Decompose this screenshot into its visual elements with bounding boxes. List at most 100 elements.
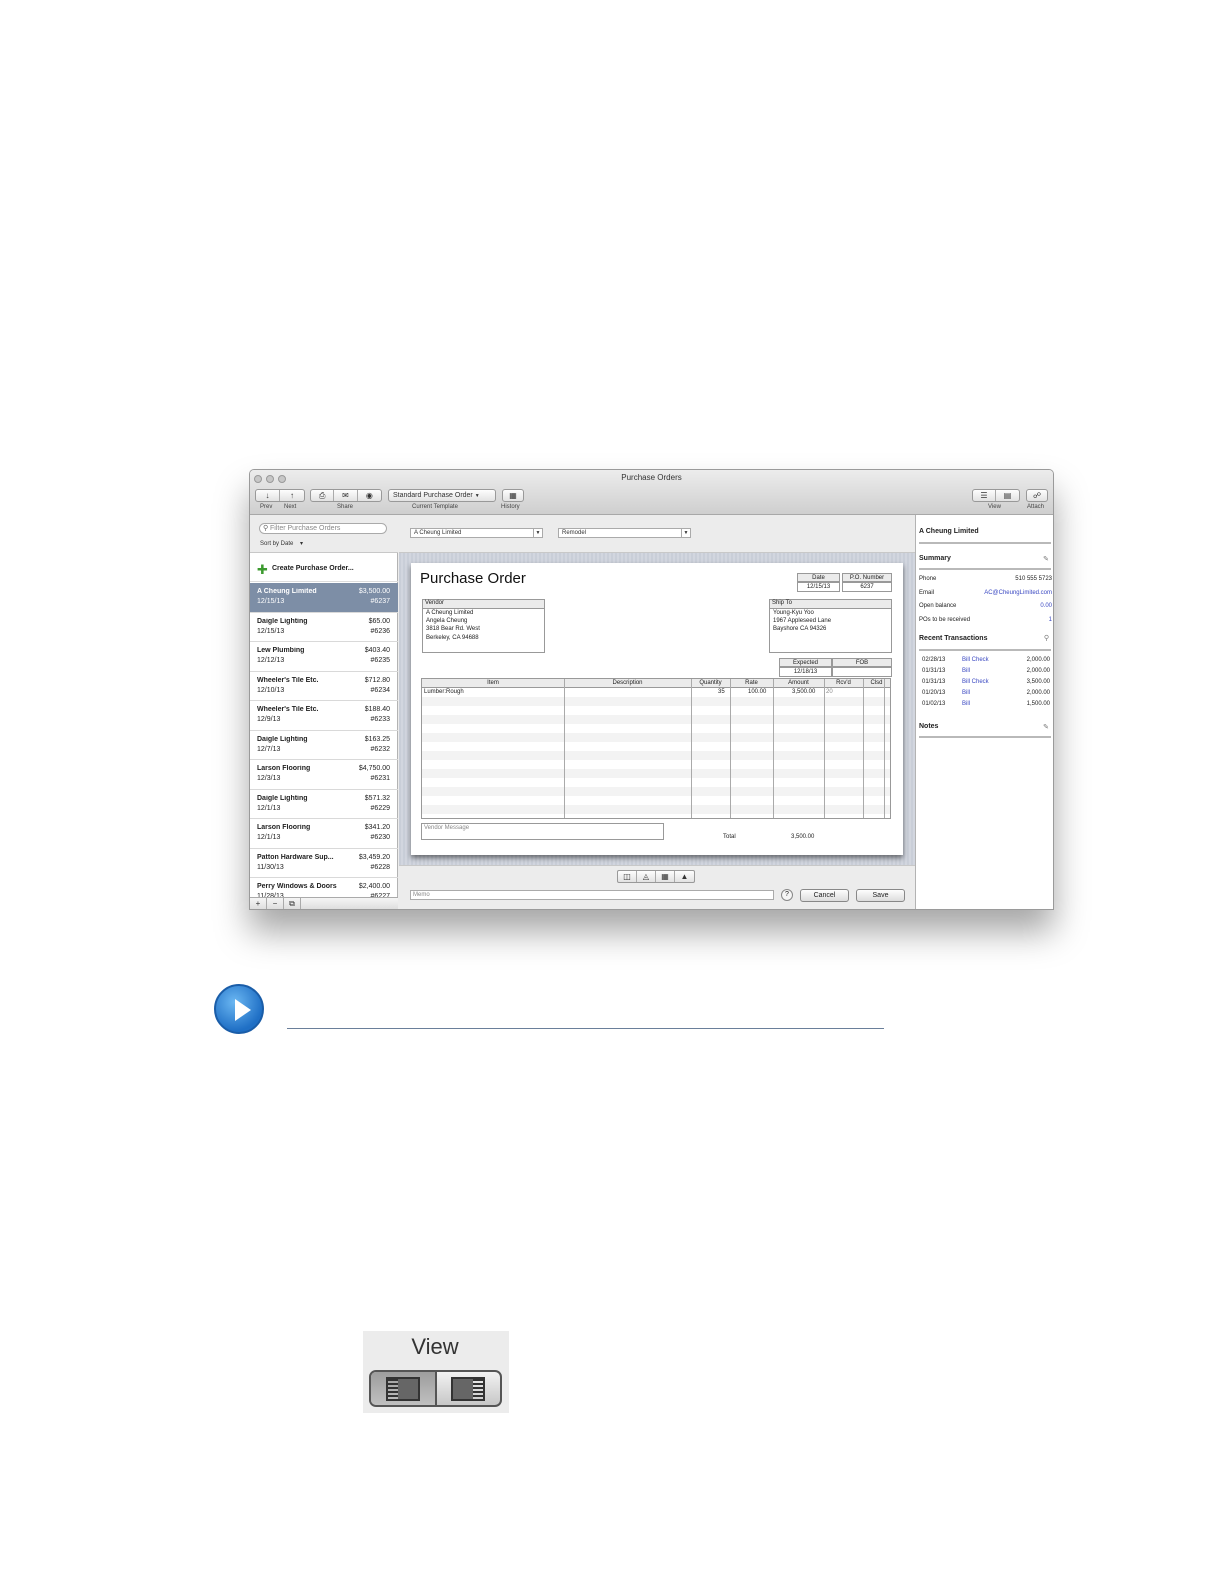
preview-button[interactable]: ◉ — [358, 490, 381, 501]
create-purchase-order-button[interactable]: ✚ Create Purchase Order... — [250, 558, 398, 582]
po-vendor-name: Perry Windows & Doors — [257, 883, 337, 890]
create-label: Create Purchase Order... — [272, 565, 354, 572]
print-button[interactable]: ⎙ — [311, 490, 335, 501]
purchase-order-list-panel: ⚲ Filter Purchase Orders Sort by Date ▾ … — [250, 515, 398, 909]
po-list-item[interactable]: Larson Flooring $4,750.00 12/3/13 #6231 — [250, 760, 398, 790]
po-list-item[interactable]: Larson Flooring $341.20 12/1/13 #6230 — [250, 819, 398, 849]
edit-notes-pencil-icon[interactable]: ✎ — [1043, 723, 1049, 731]
ship-to-line: Young-Kyu Yoo — [773, 610, 814, 616]
line-item-cell[interactable]: Lumber:Rough — [424, 689, 464, 695]
ship-to-address-box[interactable]: Ship To Young-Kyu Yoo 1967 Appleseed Lan… — [769, 599, 892, 653]
transaction-type-link[interactable]: Bill Check — [962, 657, 989, 663]
transaction-type-link[interactable]: Bill — [962, 690, 970, 696]
po-number-field[interactable]: 6237 — [842, 582, 892, 592]
po-number: #6237 — [370, 598, 390, 605]
transaction-type-link[interactable]: Bill — [962, 668, 970, 674]
po-list-item[interactable]: Wheeler's Tile Etc. $188.40 12/9/13 #6233 — [250, 701, 398, 731]
po-list-item[interactable]: A Cheung Limited $3,500.00 12/15/13 #6237 — [250, 583, 398, 613]
editor-footer: ◫ ◬ ▦ ▲ Memo ? Cancel Save — [399, 865, 915, 909]
column-header-description[interactable]: Description — [564, 679, 691, 688]
po-number: #6236 — [370, 627, 390, 635]
filter-input[interactable]: ⚲ Filter Purchase Orders — [259, 523, 387, 534]
vendor-message-field[interactable]: Vendor Message — [421, 823, 664, 840]
transaction-type-link[interactable]: Bill — [962, 701, 970, 707]
column-header-closed[interactable]: Clsd — [863, 679, 890, 688]
add-button[interactable]: + — [250, 898, 267, 909]
vendor-line: A Cheung Limited — [426, 610, 474, 616]
po-number: #6232 — [370, 745, 390, 753]
next-button[interactable]: ↑ — [280, 490, 304, 501]
view-detail-button[interactable]: ▤ — [996, 490, 1019, 501]
column-header-item[interactable]: Item — [422, 679, 564, 688]
expected-field[interactable]: 12/18/13 — [779, 667, 832, 677]
attach-button[interactable]: ☍ — [1027, 490, 1047, 501]
save-button[interactable]: Save — [856, 889, 905, 902]
line-rate-cell[interactable]: 100.00 — [748, 689, 766, 695]
receive-items-icon[interactable]: ◫ — [618, 871, 637, 882]
line-amount-cell[interactable]: 3,500.00 — [792, 689, 815, 695]
total-value: 3,500.00 — [791, 834, 815, 840]
search-icon[interactable]: ⚲ — [1044, 634, 1049, 642]
vendor-address-box[interactable]: Vendor A Cheung Limited Angela Cheung 38… — [422, 599, 545, 653]
video-play-icon[interactable] — [214, 984, 264, 1034]
line-quantity-cell[interactable]: 35 — [718, 689, 725, 695]
prev-button[interactable]: ↓ — [256, 490, 280, 501]
stamp-icon[interactable]: ▲ — [675, 871, 694, 882]
date-field[interactable]: 12/15/13 — [797, 582, 840, 592]
duplicate-button[interactable]: ⧉ — [284, 898, 301, 909]
view-segmented-control — [369, 1370, 502, 1407]
transaction-type-link[interactable]: Bill Check — [962, 679, 989, 685]
history-button[interactable]: ▦ — [503, 490, 523, 501]
po-list-item[interactable]: Daigle Lighting $163.25 12/7/13 #6232 — [250, 731, 398, 760]
po-vendor-name: Larson Flooring — [257, 765, 311, 772]
po-vendor-name: A Cheung Limited — [257, 588, 317, 595]
po-vendor-name: Patton Hardware Sup... — [257, 853, 334, 861]
create-bill-icon[interactable]: ◬ — [637, 871, 656, 882]
email-link[interactable]: AC@CheungLimited.com — [984, 590, 1052, 596]
calendar-icon[interactable]: ▦ — [656, 871, 675, 882]
po-list-item[interactable]: Patton Hardware Sup... $3,459.20 11/30/13 #… — [250, 849, 398, 878]
column-header-amount[interactable]: Amount — [773, 679, 824, 688]
cancel-button[interactable]: Cancel — [800, 889, 849, 902]
class-select[interactable]: Remodel ▼ — [558, 528, 691, 538]
divider — [919, 649, 1051, 651]
envelope-icon: ✉ — [342, 491, 349, 500]
po-list-item[interactable]: Lew Plumbing $403.40 12/12/13 #6235 — [250, 642, 398, 672]
purchase-order-editor: A Cheung Limited ▼ Remodel ▼ Purchase Or… — [399, 515, 915, 909]
list-footer: + − ⧉ — [250, 897, 398, 909]
memo-field[interactable]: Memo — [410, 890, 774, 900]
po-list-item[interactable]: Wheeler's Tile Etc. $712.80 12/10/13 #6234 — [250, 672, 398, 701]
balance-link[interactable]: 0.00 — [1040, 603, 1052, 609]
vendor-select[interactable]: A Cheung Limited ▼ — [410, 528, 543, 538]
row-band — [422, 715, 890, 724]
remove-button[interactable]: − — [267, 898, 284, 909]
column-header-rate[interactable]: Rate — [730, 679, 773, 688]
detail-view-button[interactable] — [437, 1372, 501, 1405]
template-select[interactable]: Standard Purchase Order ▼ — [388, 489, 496, 502]
po-list-item[interactable]: Daigle Lighting $65.00 12/15/13 #6236 — [250, 613, 398, 642]
help-button[interactable]: ? — [781, 889, 793, 901]
fob-field[interactable] — [832, 667, 892, 677]
column-header-quantity[interactable]: Quantity — [691, 679, 730, 688]
po-amount: $4,750.00 — [358, 765, 390, 772]
po-list-item[interactable]: Daigle Lighting $571.32 12/1/13 #6229 — [250, 790, 398, 819]
po-number: #6228 — [370, 863, 390, 871]
view-list-button[interactable]: ☰ — [973, 490, 997, 501]
po-amount: $341.20 — [364, 824, 390, 831]
transaction-amount: 2,000.00 — [1026, 657, 1050, 663]
line-received-cell[interactable]: 20 — [826, 689, 833, 695]
column-header-received[interactable]: Rcv'd — [824, 679, 863, 688]
po-vendor-name: Larson Flooring — [257, 824, 311, 831]
po-date: 12/1/13 — [257, 834, 281, 841]
pos-link[interactable]: 1 — [1049, 617, 1052, 623]
sort-dropdown[interactable]: Sort by Date ▾ — [260, 540, 303, 547]
po-vendor-name: Wheeler's Tile Etc. — [257, 706, 319, 713]
edit-summary-pencil-icon[interactable]: ✎ — [1043, 555, 1049, 563]
po-date: 12/15/13 — [257, 627, 285, 635]
po-amount: $188.40 — [364, 706, 390, 713]
column-divider — [730, 679, 731, 818]
recent-transactions-heading: Recent Transactions — [919, 635, 988, 642]
po-date: 12/1/13 — [257, 804, 281, 812]
list-view-button[interactable] — [371, 1372, 437, 1405]
email-button[interactable]: ✉ — [334, 490, 358, 501]
